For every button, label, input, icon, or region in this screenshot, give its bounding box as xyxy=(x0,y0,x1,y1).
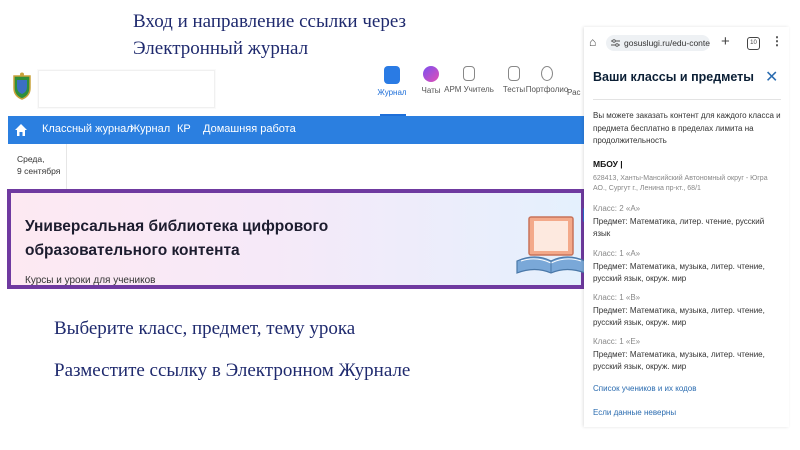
menu-homework[interactable]: Домашняя работа xyxy=(203,123,296,135)
mobile-panel: ⌂ gosuslugi.ru/edu-conte + 10 ⋮ Ваши кла… xyxy=(584,27,789,427)
logo-placeholder xyxy=(38,70,215,108)
journal-topbar: Журнал Чаты АРМ Учитель Тесты Портфолио … xyxy=(8,58,590,116)
close-icon[interactable]: ✕ xyxy=(765,67,778,87)
menu-journal[interactable]: Журнал xyxy=(130,123,170,135)
coat-of-arms-icon xyxy=(13,72,31,100)
teacher-icon xyxy=(463,66,475,81)
date-day: 9 сентября xyxy=(17,166,61,176)
nav-arm-teacher[interactable]: АРМ Учитель xyxy=(441,66,497,94)
browser-toolbar: ⌂ gosuslugi.ru/edu-conte + 10 ⋮ xyxy=(584,27,789,59)
instruction-place-link: Разместите ссылку в Электронном Журнале xyxy=(54,360,411,381)
journal-menu-bar: Классный журнал Журнал КР Домашняя работ… xyxy=(8,116,590,144)
date-column: Среда, 9 сентября xyxy=(8,144,67,194)
journal-icon xyxy=(384,66,400,84)
portfolio-icon xyxy=(541,66,553,81)
digital-library-banner[interactable]: Универсальная библиотека цифрового образ… xyxy=(7,189,586,289)
banner-title: Универсальная библиотека цифрового образ… xyxy=(25,218,329,259)
instruction-select: Выберите класс, предмет, тему урока xyxy=(54,318,356,339)
site-settings-icon xyxy=(611,39,620,47)
date-weekday: Среда, xyxy=(17,154,45,164)
slide-title-line1: Вход и направление ссылки через xyxy=(133,11,407,32)
slide-title: Вход и направление ссылки через Электрон… xyxy=(133,8,553,62)
school-name: МБОУ | xyxy=(593,159,623,169)
home-icon[interactable] xyxy=(14,123,28,137)
class-entry[interactable]: Класс: 1 «В» Предмет: Математика, музыка… xyxy=(593,292,781,330)
address-bar[interactable]: gosuslugi.ru/edu-conte xyxy=(606,35,710,51)
panel-intro: Вы можете заказать контент для каждого к… xyxy=(593,111,781,145)
school-address: 628413, Ханты-Мансийский Автономный окру… xyxy=(593,175,768,192)
chat-icon xyxy=(423,66,439,82)
banner-subtitle: Курсы и уроки для учеников xyxy=(25,275,156,286)
class-entry[interactable]: Класс: 1 «Е» Предмет: Математика, музыка… xyxy=(593,336,781,374)
menu-dots-icon[interactable]: ⋮ xyxy=(771,34,783,48)
menu-class-journal[interactable]: Классный журнал xyxy=(42,123,133,135)
url-text: gosuslugi.ru/edu-conte xyxy=(624,38,710,48)
panel-divider xyxy=(593,99,781,100)
menu-kr[interactable]: КР xyxy=(177,123,191,135)
wrong-data-link[interactable]: Если данные неверны xyxy=(593,408,676,417)
class-entry[interactable]: Класс: 1 «А» Предмет: Математика, музыка… xyxy=(593,248,781,286)
panel-title: Ваши классы и предметы xyxy=(593,70,754,84)
class-entry[interactable]: Класс: 2 «А» Предмет: Математика, литер.… xyxy=(593,203,781,241)
book-illustration-icon xyxy=(516,216,586,274)
new-tab-icon[interactable]: + xyxy=(721,33,730,50)
tabs-count-icon[interactable]: 10 xyxy=(747,37,760,50)
nav-portfolio[interactable]: Портфолио xyxy=(524,66,570,94)
home-icon[interactable]: ⌂ xyxy=(589,35,596,49)
students-list-link[interactable]: Список учеников и их кодов xyxy=(593,384,696,393)
tests-icon xyxy=(508,66,520,81)
nav-journal[interactable]: Журнал xyxy=(370,66,414,97)
